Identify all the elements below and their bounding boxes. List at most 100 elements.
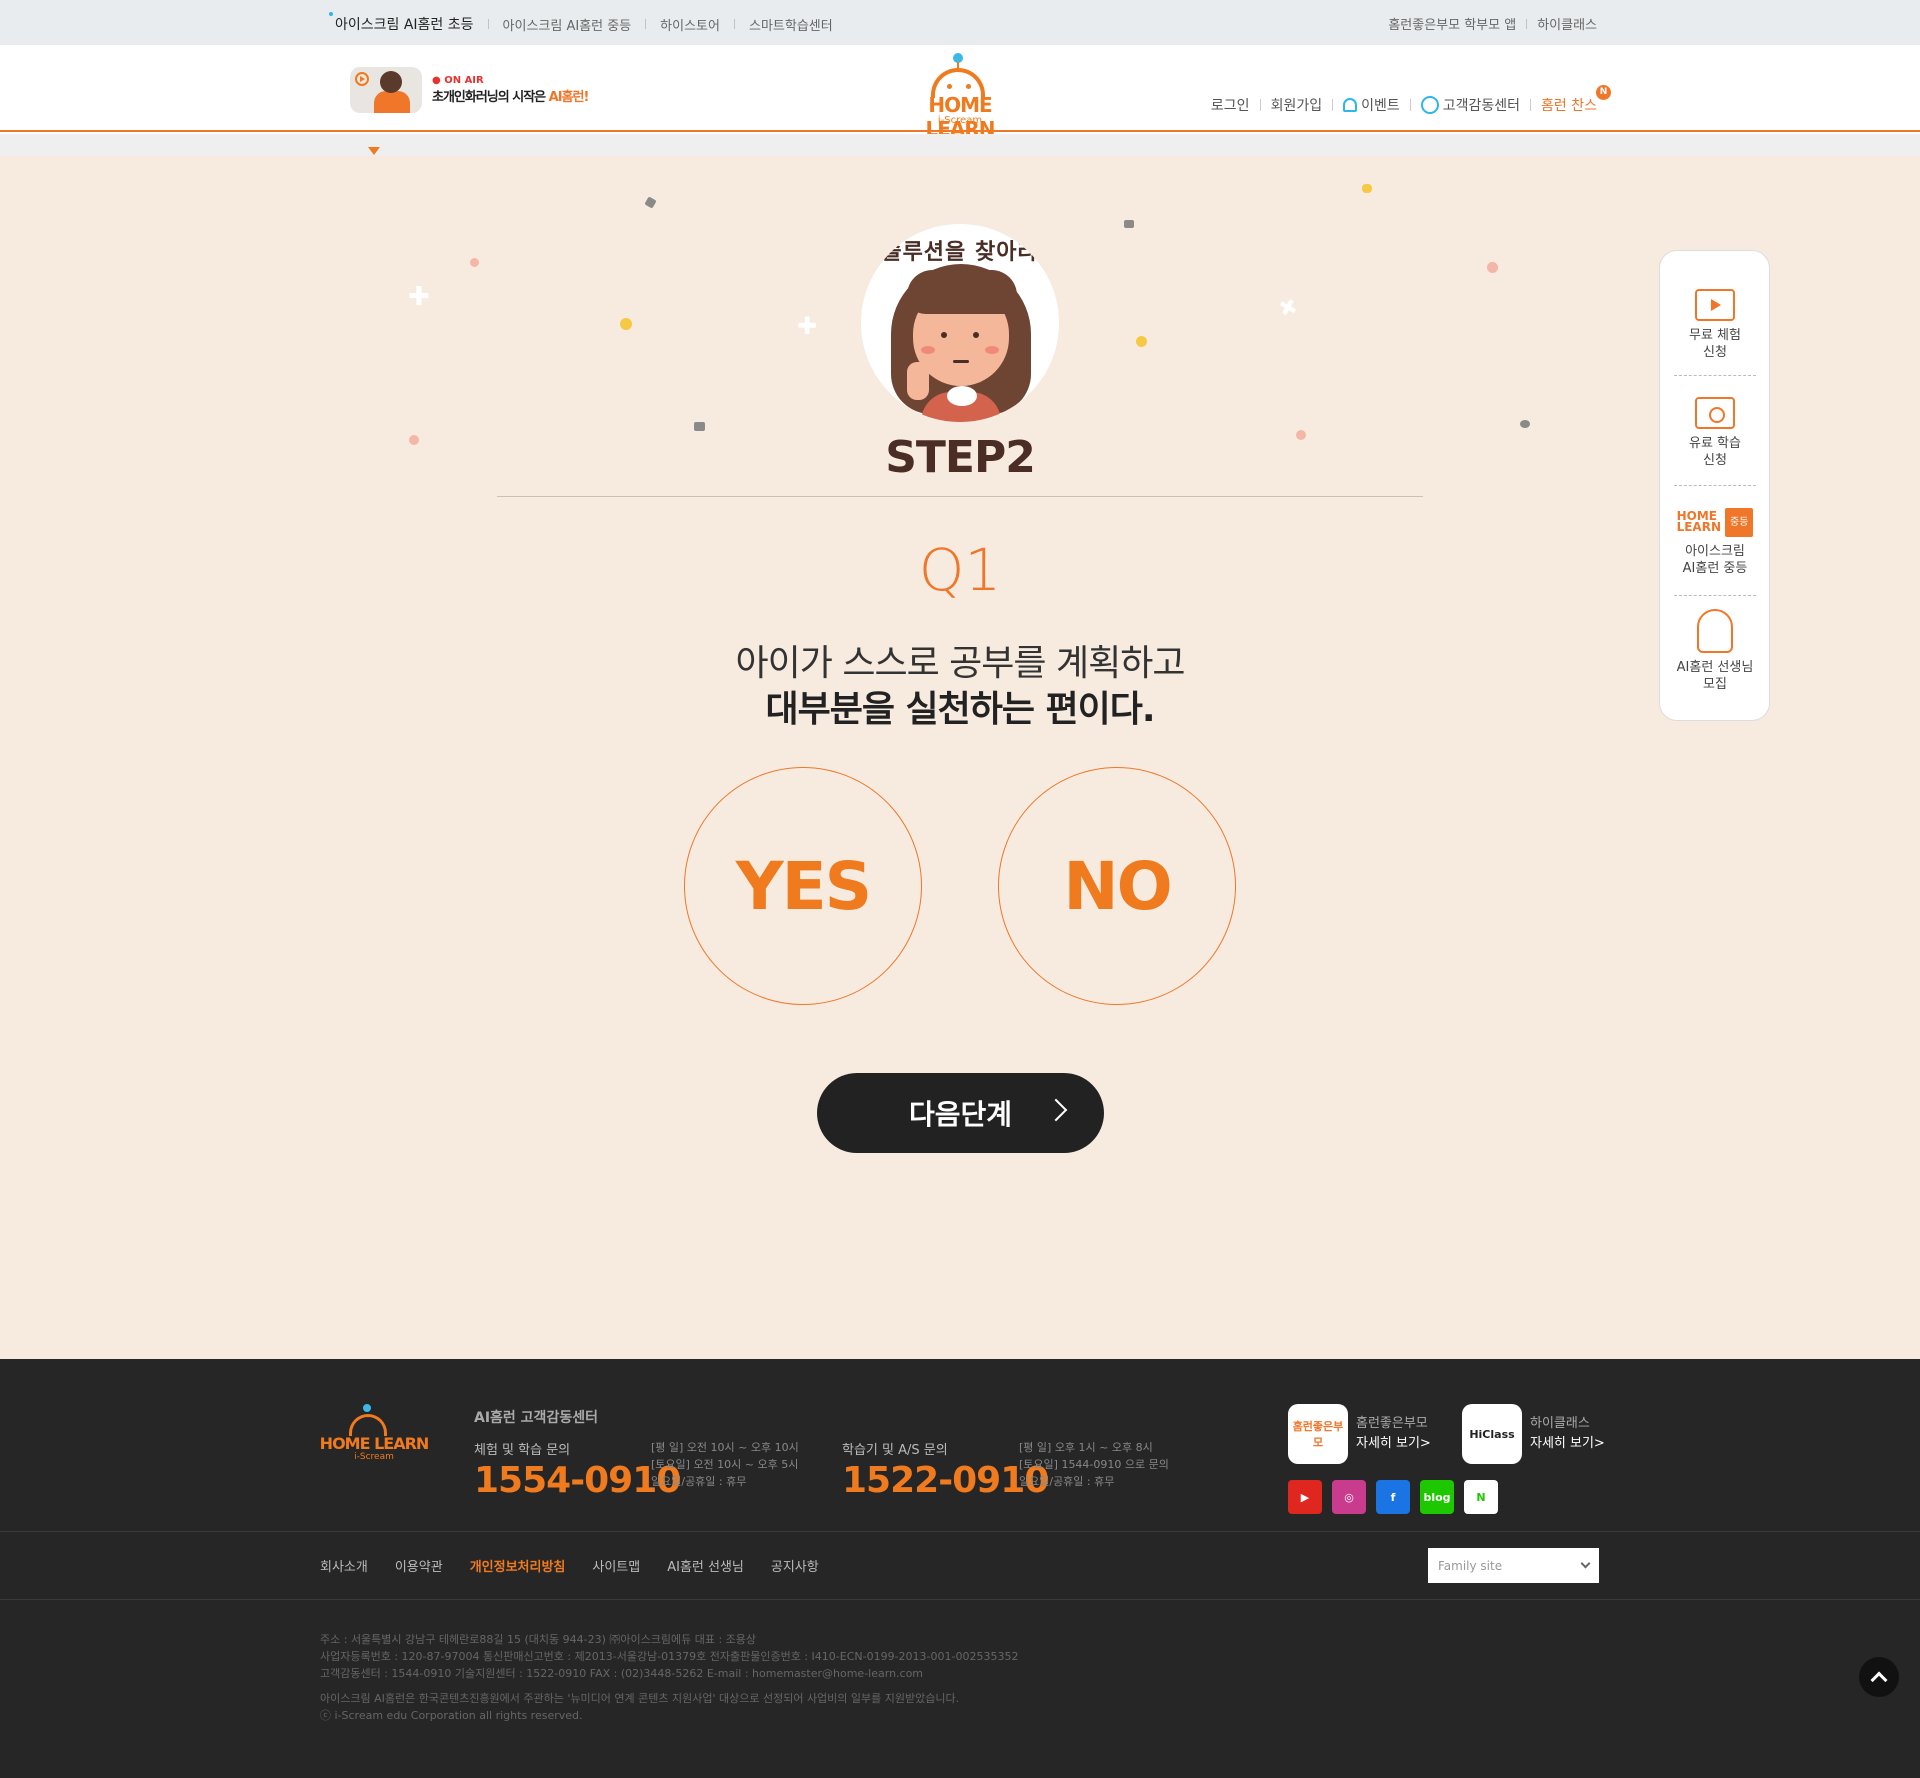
bell-icon	[1343, 98, 1358, 112]
separator	[1674, 595, 1756, 596]
confetti-decoration	[644, 196, 657, 209]
family-site-select[interactable]: Family site	[1428, 1548, 1599, 1583]
presenter-body	[374, 91, 410, 113]
instagram-icon[interactable]: ◎	[1332, 1480, 1366, 1514]
parent-app-icon: 홈런좋은부모	[1288, 1404, 1348, 1464]
separator	[1674, 375, 1756, 376]
event-link[interactable]: 이벤트	[1322, 95, 1400, 115]
footer: HOME LEARN i-Scream AI홈런 고객감동센터 체험 및 학습 …	[0, 1359, 1920, 1778]
nav-histore[interactable]: 하이스토어	[631, 15, 720, 34]
confetti-decoration	[470, 258, 479, 267]
question-line-2: 대부분을 실천하는 편이다.	[765, 689, 1155, 730]
arrow-up-icon	[1870, 1671, 1888, 1689]
blog-icon[interactable]: blog	[1420, 1480, 1454, 1514]
facebook-icon[interactable]: f	[1376, 1480, 1410, 1514]
presenter-head	[380, 71, 402, 93]
solution-main: ✚ ✚ ✚ 솔루션을 찾아라 STEP2 Q1 아이가 스스로 공부를 계획하고…	[0, 156, 1920, 1359]
chevron-right-icon	[1044, 1098, 1068, 1122]
divider	[497, 496, 1423, 497]
question-number: Q1	[918, 536, 1002, 604]
confetti-decoration	[1487, 262, 1498, 273]
phone-number: 1522-0910	[842, 1460, 1049, 1501]
quick-menu: 무료 체험 신청 유료 학습 신청 HOME LEARN 중등 아이스크림 AI홈…	[1659, 250, 1770, 721]
question-line-1: 아이가 스스로 공부를 계획하고	[735, 643, 1186, 684]
onair-text: ● ON AIR 초개인화러닝의 시작은 AI홈런!	[432, 75, 590, 105]
cs-center-title: AI홈런 고객감동센터	[474, 1410, 598, 1426]
divider	[0, 1531, 1920, 1532]
quick-paid-learning[interactable]: 유료 학습 신청	[1674, 397, 1756, 469]
headset-icon	[1420, 96, 1439, 114]
parent-app-link[interactable]: 홈런좋은부모 홈런좋은부모 자세히 보기>	[1288, 1404, 1431, 1464]
sitemap-link[interactable]: 사이트맵	[592, 1556, 640, 1575]
cs-trial-contact: 체험 및 학습 문의 1554-0910 [평 일] 오전 10시 ~ 오후 1…	[474, 1441, 799, 1501]
logo-sub: i-Scream	[937, 115, 983, 126]
login-link[interactable]: 로그인	[1211, 95, 1250, 115]
nav-hiclass[interactable]: 하이클래스	[1516, 14, 1597, 33]
family-nav: 아이스크림 AI홈런 초등 아이스크림 AI홈런 중등 하이스토어 스마트학습센…	[329, 12, 833, 34]
circle-title: 솔루션을 찾아라	[881, 240, 1039, 265]
confetti-decoration	[620, 318, 632, 330]
cs-center-link[interactable]: 고객감동센터	[1400, 95, 1520, 115]
youtube-icon[interactable]: ▶	[1288, 1480, 1322, 1514]
logo-antenna-icon	[363, 1404, 371, 1412]
hiclass-app-link[interactable]: HiClass 하이클래스 자세히 보기>	[1462, 1404, 1605, 1464]
teacher-icon	[1697, 609, 1733, 653]
teacher-link[interactable]: AI홈런 선생님	[667, 1556, 744, 1575]
quick-teacher-recruit[interactable]: AI홈런 선생님 모집	[1674, 609, 1756, 693]
onair-headline: 초개인화러닝의 시작은	[432, 90, 549, 105]
divider	[0, 1599, 1920, 1600]
sparkle-icon: ✚	[408, 282, 430, 312]
nav-ai-homelearn-elementary[interactable]: 아이스크림 AI홈런 초등	[329, 12, 474, 34]
confetti-decoration	[1520, 420, 1530, 428]
join-link[interactable]: 회원가입	[1250, 95, 1323, 115]
wallet-icon	[1695, 397, 1735, 429]
top-utility-bar: 아이스크림 AI홈런 초등 아이스크림 AI홈런 중등 하이스토어 스마트학습센…	[0, 0, 1920, 45]
cs-hours: [평 일] 오후 1시 ~ 오후 8시 [토요일] 1544-0910 으로 문…	[1019, 1441, 1169, 1488]
naver-post-icon[interactable]: N	[1464, 1480, 1498, 1514]
hiclass-icon: HiClass	[1462, 1404, 1522, 1464]
sub-strip	[0, 134, 1920, 156]
new-badge: N	[1596, 85, 1611, 100]
chevron-down-icon	[1580, 1558, 1591, 1569]
confetti-decoration	[1124, 220, 1134, 228]
confetti-decoration	[1296, 430, 1306, 440]
company-info: 주소 : 서울특별시 강남구 테헤란로88길 15 (대치동 944-23) ㈜…	[320, 1633, 1019, 1722]
separator	[1674, 485, 1756, 486]
global-nav: 로그인 회원가입 이벤트 고객감동센터 홈런 찬스 N	[1211, 85, 1611, 115]
onair-badge: ● ON AIR	[432, 75, 484, 86]
nav-parent-app[interactable]: 홈런좋은부모 학부모 앱	[1388, 14, 1516, 33]
home-learn-logo[interactable]: HOME LEARN i-Scream	[895, 53, 1025, 141]
confetti-decoration	[694, 422, 705, 431]
cs-hours: [평 일] 오전 10시 ~ 오후 10시 [토요일] 오전 10시 ~ 오후 …	[651, 1441, 799, 1488]
confetti-decoration	[1362, 184, 1372, 193]
next-step-button[interactable]: 다음단계	[817, 1073, 1104, 1153]
cs-device-contact: 학습기 및 A/S 문의 1522-0910 [평 일] 오후 1시 ~ 오후 …	[842, 1441, 1169, 1501]
sparkle-icon: ✚	[797, 312, 818, 340]
sns-links: ▶ ◎ f blog N	[1288, 1480, 1508, 1514]
confetti-decoration	[1136, 336, 1147, 347]
onair-banner[interactable]: ● ON AIR 초개인화러닝의 시작은 AI홈런!	[350, 67, 590, 113]
homelearn-chance-link[interactable]: 홈런 찬스 N	[1520, 85, 1611, 115]
footer-menu: 회사소개 이용약관 개인정보처리방침 사이트맵 AI홈런 선생님 공지사항	[320, 1556, 846, 1575]
homelearn-middle-logo: HOME LEARN 중등	[1676, 507, 1754, 537]
quick-middle-school[interactable]: HOME LEARN 중등 아이스크림 AI홈런 중등	[1674, 507, 1756, 577]
nav-ai-homelearn-middle[interactable]: 아이스크림 AI홈런 중등	[474, 15, 632, 34]
notice-link[interactable]: 공지사항	[771, 1556, 819, 1575]
play-icon	[355, 72, 369, 86]
app-nav: 홈런좋은부모 학부모 앱 하이클래스	[1388, 14, 1597, 33]
no-button[interactable]: NO	[998, 767, 1236, 1005]
onair-highlight: AI홈런!	[548, 90, 590, 105]
step-title: STEP2	[885, 432, 1036, 483]
phone-number: 1554-0910	[474, 1460, 681, 1501]
nav-smart-learning-center[interactable]: 스마트학습센터	[720, 15, 833, 34]
privacy-link[interactable]: 개인정보처리방침	[470, 1556, 566, 1575]
onair-thumbnail	[350, 67, 422, 113]
confetti-decoration	[409, 435, 419, 445]
terms-link[interactable]: 이용약관	[395, 1556, 443, 1575]
scroll-top-button[interactable]	[1859, 1657, 1899, 1697]
triangle-marker-icon	[368, 147, 380, 155]
yes-button[interactable]: YES	[684, 767, 922, 1005]
company-link[interactable]: 회사소개	[320, 1556, 368, 1575]
quick-free-trial[interactable]: 무료 체험 신청	[1674, 289, 1756, 361]
active-dot	[329, 12, 333, 16]
